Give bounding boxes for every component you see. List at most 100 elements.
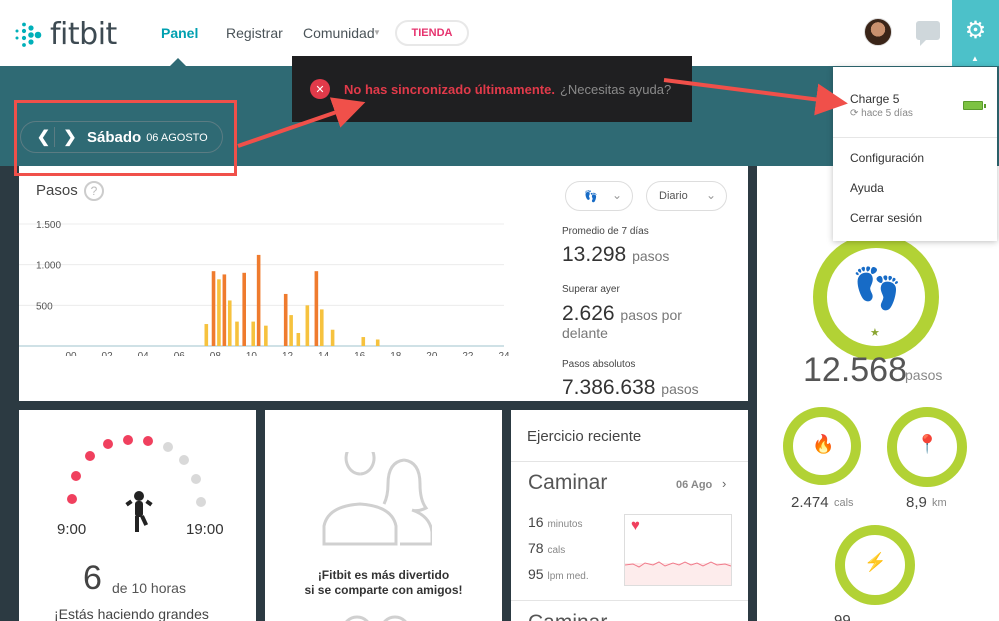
cals-value: 78 [528,540,544,556]
chevron-right-icon[interactable]: › [722,476,726,491]
sleep-dot [163,442,173,452]
calories-unit: cals [834,497,854,509]
sleep-dot [67,494,77,504]
sleep-dot [85,451,95,461]
y-tick-label: 500 [36,301,53,312]
bpm-value: 95 [528,566,544,582]
beat-unit: pasos por [620,307,682,323]
step-bar [375,339,380,346]
avg-label: Promedio de 7 días [562,226,649,237]
abs-value: 7.386.638 [562,376,656,399]
step-bar [283,293,288,346]
friends-card[interactable]: ¡Fitbit es más divertido si se comparte … [265,410,502,621]
nav-comunidad[interactable]: Comunidad [303,25,375,41]
annotation-highlight-box [14,100,237,176]
device-name[interactable]: Charge 5 [850,92,899,106]
period-dropdown[interactable]: Diario ⌄ [646,181,727,211]
x-tick-label: 02 [102,351,114,356]
distance-unit: km [932,497,947,509]
help-icon[interactable]: ? [84,181,104,201]
friends-line1: ¡Fitbit es más divertido [317,568,450,582]
step-bar [204,324,209,346]
sleep-dot [196,497,206,507]
sleep-dot [123,435,133,445]
nav-panel[interactable]: Panel [161,25,198,41]
x-tick-label: 16 [354,351,366,356]
footprints-icon: 👣 [852,267,902,311]
active-minutes-value: 99 [834,612,851,621]
x-tick-label: 20 [426,351,438,356]
exercise-cals: 78 cals [528,540,565,556]
period-label: Diario [659,190,688,202]
battery-icon [963,101,986,110]
person-icon [125,491,153,532]
heart-rate-chart: ♥ [624,514,732,586]
step-bar [211,271,216,346]
divider [511,461,748,462]
location-pin-icon: 📍 [916,434,939,454]
sync-time: hace 5 días [861,108,913,119]
bpm-unit: lpm med. [547,571,589,582]
step-bar [251,321,256,346]
sleep-dot [191,474,201,484]
step-bar [314,271,319,346]
friends-icon [322,452,432,546]
divider [511,600,748,601]
chat-icon[interactable] [916,21,940,46]
step-bar [222,274,227,346]
x-tick-label: 08 [210,351,222,356]
chevron-down-icon: ⌄ [705,188,716,202]
alert-help-link[interactable]: ¿Necesitas ayuda? [560,82,671,97]
cals-unit: cals [547,545,566,556]
step-bar [235,321,239,346]
sleep-dot [179,455,189,465]
exercise-minutes: 16 minutos [528,514,582,530]
chevron-down-icon: ⌄ [611,188,622,202]
star-icon: ★ [870,327,880,339]
fitbit-logo[interactable]: fitbit [14,17,117,52]
step-bar [305,305,310,346]
exercise-activity-2[interactable]: Caminar [528,611,607,621]
step-bar [289,315,293,346]
abs-unit: pasos [661,381,699,397]
step-bar [227,300,232,346]
step-bar [319,309,324,346]
divider [833,137,997,138]
step-bar [264,325,268,346]
lightning-icon: ⚡ [864,552,887,572]
x-tick-label: 12 [282,351,294,356]
beat-unit-2: delante [562,325,608,341]
y-tick-label: 1.500 [36,220,61,231]
sleep-card[interactable]: 9:00 19:00 6 de 10 horas ¡Estás haciendo… [19,410,256,621]
chevron-down-icon[interactable]: ▼ [373,28,381,37]
menu-item-cerrar-sesion[interactable]: Cerrar sesión [850,211,922,225]
settings-dropdown: Charge 5 ⟳ hace 5 días Configuración Ayu… [833,67,997,241]
nav-registrar[interactable]: Registrar [226,25,283,41]
caret-up-icon: ▲ [971,54,979,63]
steps-chart: 1.500 1.000 500 00 02 04 06 08 10 12 14 16 18 20 22 24 [19,220,510,356]
step-bar [361,337,366,346]
sleep-end-time: 19:00 [186,521,224,538]
sleep-dot [103,439,113,449]
sync-alert: ✕ No has sincronizado últimamente. ¿Nece… [292,56,692,122]
friends-icon-partial [345,615,407,621]
menu-item-ayuda[interactable]: Ayuda [850,181,884,195]
avatar[interactable] [864,18,892,46]
steps-card: Pasos ? 1.5001.0005000002040608101214161… [19,166,748,401]
tienda-button[interactable]: TIENDA [395,20,469,46]
heart-rate-line [625,561,731,585]
x-tick-label: 10 [246,351,258,356]
device-sync-status: ⟳ hace 5 días [850,108,913,119]
x-tick-label: 00 [65,351,77,356]
step-bar [217,279,221,346]
exercise-activity[interactable]: Caminar [528,471,607,495]
metric-dropdown[interactable]: 👣 ⌄ [565,181,633,211]
menu-item-configuracion[interactable]: Configuración [850,151,924,165]
exercise-title: Ejercicio reciente [527,428,642,445]
flame-icon: 🔥 [812,434,835,454]
avg-value: 13.298 [562,243,627,266]
distance-value: 8,9 [906,494,927,511]
alert-message: No has sincronizado últimamente. [344,81,555,97]
x-tick-label: 14 [318,351,330,356]
x-tick-label: 06 [174,351,186,356]
